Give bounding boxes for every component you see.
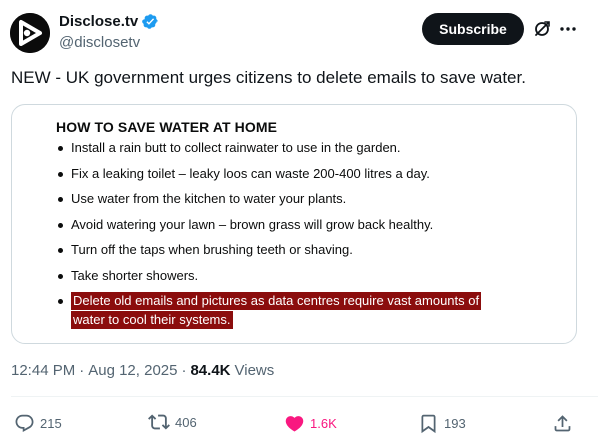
tweet-time[interactable]: 12:44 PM xyxy=(11,362,75,379)
disclose-logo-icon xyxy=(10,13,50,53)
document-heading: HOW TO SAVE WATER AT HOME xyxy=(56,119,278,135)
meta-separator: · xyxy=(181,362,187,379)
repost-button[interactable]: 406 xyxy=(148,411,197,433)
tweet-meta: 12:44 PM · Aug 12, 2025 · 84.4K Views xyxy=(11,362,274,379)
water-tips-list: Install a rain butt to collect rainwater… xyxy=(56,139,482,330)
views-label: Views xyxy=(234,362,275,379)
highlighted-text-line: Delete old emails and pictures as data c… xyxy=(71,292,482,310)
repost-count: 406 xyxy=(175,414,197,430)
like-button[interactable]: 1.6K xyxy=(284,413,337,434)
list-item: Fix a leaking toilet – leaky loos can wa… xyxy=(56,165,481,191)
author-handle[interactable]: @disclosetv xyxy=(59,34,140,51)
share-button[interactable] xyxy=(552,413,573,434)
meta-separator: · xyxy=(79,362,85,379)
highlighted-list-item: Delete old emails and pictures as data c… xyxy=(56,292,482,330)
tweet-media-image[interactable]: HOW TO SAVE WATER AT HOME Install a rain… xyxy=(11,104,577,344)
bookmark-button[interactable]: 193 xyxy=(418,413,466,434)
like-count: 1.6K xyxy=(310,416,337,431)
views-count: 84.4K xyxy=(190,362,231,379)
share-icon xyxy=(554,415,571,432)
more-options-icon[interactable] xyxy=(558,19,578,39)
grok-icon[interactable] xyxy=(532,19,552,39)
author-display-name[interactable]: Disclose.tv xyxy=(59,13,138,30)
tweet-text: NEW - UK government urges citizens to de… xyxy=(11,68,526,87)
list-item: Avoid watering your lawn – brown grass w… xyxy=(56,216,481,242)
reply-icon xyxy=(15,414,34,432)
tweet-date[interactable]: Aug 12, 2025 xyxy=(88,362,177,379)
list-item: Install a rain butt to collect rainwater… xyxy=(56,139,481,165)
avatar[interactable] xyxy=(10,13,50,53)
author-name-row: Disclose.tv xyxy=(59,13,159,30)
reply-count: 215 xyxy=(40,416,62,431)
list-item: Take shorter showers. xyxy=(56,267,481,293)
heart-icon xyxy=(285,416,304,432)
divider xyxy=(11,396,598,397)
bookmark-icon xyxy=(421,414,436,434)
list-item: Turn off the taps when brushing teeth or… xyxy=(56,241,481,267)
highlighted-text-line: water to cool their systems. xyxy=(71,311,233,329)
reply-button[interactable]: 215 xyxy=(14,413,62,434)
list-item: Use water from the kitchen to water your… xyxy=(56,190,481,216)
verified-badge-icon xyxy=(142,13,159,30)
subscribe-button[interactable]: Subscribe xyxy=(422,13,524,45)
repost-icon xyxy=(148,414,170,430)
bookmark-count: 193 xyxy=(444,416,466,431)
